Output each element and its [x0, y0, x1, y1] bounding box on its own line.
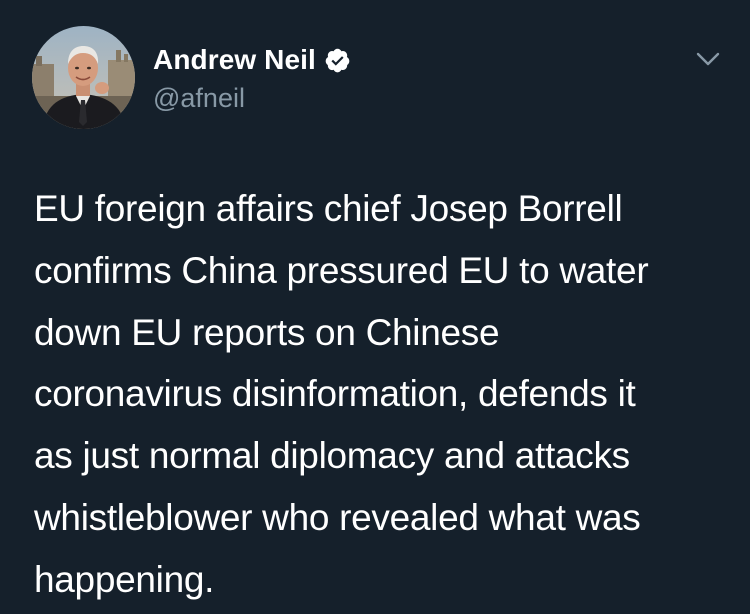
chevron-down-icon[interactable] — [694, 48, 722, 70]
author-display-name[interactable]: Andrew Neil — [153, 44, 316, 76]
tweet-text: EU foreign affairs chief Josep Borrell c… — [34, 188, 649, 600]
author-name-row[interactable]: Andrew Neil — [153, 44, 351, 76]
tweet-card: Andrew Neil @afneil EU foreign affairs c… — [0, 0, 750, 614]
avatar[interactable] — [32, 26, 135, 129]
author-handle[interactable]: @afneil — [153, 82, 245, 114]
verified-badge-icon — [324, 47, 351, 74]
avatar-photo — [32, 26, 135, 129]
